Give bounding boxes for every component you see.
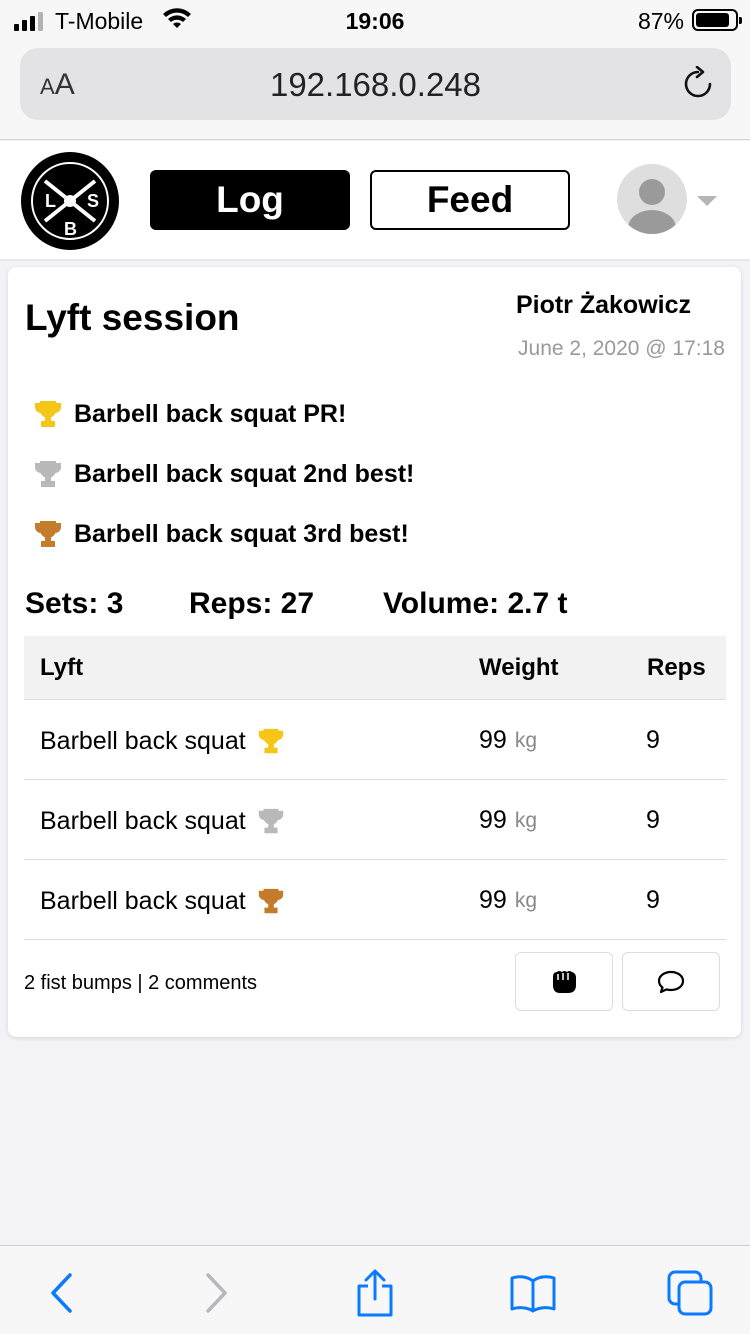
table-header: Lyft Weight Reps: [24, 636, 726, 700]
reps-cell: 9: [646, 726, 660, 754]
address-bar[interactable]: AA 192.168.0.248: [20, 48, 731, 120]
silver-trophy-icon: [258, 808, 283, 834]
achievement-text: Barbell back squat PR!: [74, 399, 347, 428]
lyft-cell: Barbell back squat: [40, 886, 286, 916]
weight-unit: kg: [514, 728, 537, 752]
nav-feed-button[interactable]: Feed: [370, 170, 570, 230]
reps-cell: 9: [646, 886, 660, 914]
bookmarks-icon[interactable]: [508, 1268, 558, 1318]
stat-volume: Volume: 2.7 t: [383, 587, 568, 620]
gold-trophy-icon: [35, 401, 61, 427]
session-date: June 2, 2020 @ 17:18: [518, 337, 725, 360]
column-header-weight: Weight: [479, 654, 559, 681]
reload-icon[interactable]: [681, 65, 715, 107]
share-icon[interactable]: [350, 1268, 400, 1318]
session-card: Lyft session Piotr Żakowicz June 2, 2020…: [8, 267, 741, 1037]
weight-unit: kg: [514, 808, 537, 832]
weight-cell: 99 kg: [479, 806, 537, 835]
fist-bump-icon: [553, 970, 576, 993]
comment-icon: [657, 970, 685, 993]
lyft-name: Barbell back squat: [40, 806, 246, 835]
lyft-cell: Barbell back squat: [40, 806, 286, 836]
browser-top-bar: AA 192.168.0.248: [0, 40, 750, 140]
battery-percentage: 87%: [637, 8, 684, 34]
stat-sets: Sets: 3: [25, 587, 124, 620]
back-icon[interactable]: [36, 1268, 86, 1318]
lyft-name: Barbell back squat: [40, 886, 246, 915]
stat-reps: Reps: 27: [189, 587, 315, 620]
column-header-reps: Reps: [647, 654, 706, 681]
weight-value: 99: [479, 886, 507, 914]
comment-button[interactable]: [622, 952, 720, 1011]
browser-bottom-toolbar: [0, 1245, 750, 1334]
achievement-item: Barbell back squat 2nd best!: [32, 457, 414, 491]
gold-trophy-icon: [258, 728, 283, 754]
table-row[interactable]: Barbell back squat 99 kg 9: [24, 700, 726, 780]
url-text[interactable]: 192.168.0.248: [20, 66, 731, 104]
user-avatar-icon[interactable]: [617, 164, 687, 234]
fist-bump-button[interactable]: [515, 952, 613, 1011]
logo-letter-s: S: [87, 191, 99, 211]
achievement-item: Barbell back squat 3rd best!: [32, 517, 409, 551]
lyft-cell: Barbell back squat: [40, 726, 286, 756]
column-header-lyft: Lyft: [40, 654, 84, 681]
weight-cell: 99 kg: [479, 726, 537, 755]
silver-trophy-icon: [35, 461, 61, 487]
table-row[interactable]: Barbell back squat 99 kg 9: [24, 780, 726, 860]
engagement-summary[interactable]: 2 fist bumps | 2 comments: [24, 972, 257, 995]
logo-letter-l: L: [45, 191, 56, 211]
app-logo[interactable]: L S B: [20, 151, 120, 256]
tabs-icon[interactable]: [665, 1268, 715, 1318]
weight-unit: kg: [514, 888, 537, 912]
nav-log-button[interactable]: Log: [150, 170, 350, 230]
achievement-text: Barbell back squat 3rd best!: [74, 519, 409, 548]
weight-cell: 99 kg: [479, 886, 537, 915]
author-name[interactable]: Piotr Żakowicz: [516, 291, 691, 320]
lyft-table: Lyft Weight Reps Barbell back squat 99 k…: [24, 636, 726, 940]
status-bar: T-Mobile 19:06 87%: [0, 0, 750, 40]
bronze-trophy-icon: [35, 521, 61, 547]
chevron-down-icon[interactable]: [697, 196, 717, 206]
bronze-trophy-icon: [258, 888, 283, 914]
table-row[interactable]: Barbell back squat 99 kg 9: [24, 860, 726, 940]
weight-value: 99: [479, 726, 507, 754]
reps-cell: 9: [646, 806, 660, 834]
battery-icon: [692, 9, 742, 31]
forward-icon[interactable]: [192, 1268, 242, 1318]
lyft-name: Barbell back squat: [40, 726, 246, 755]
achievement-item: Barbell back squat PR!: [32, 397, 346, 431]
achievement-text: Barbell back squat 2nd best!: [74, 459, 415, 488]
logo-letter-b: B: [64, 219, 77, 239]
weight-value: 99: [479, 806, 507, 834]
app-header: L S B Log Feed: [0, 141, 750, 261]
session-title: Lyft session: [25, 297, 240, 338]
